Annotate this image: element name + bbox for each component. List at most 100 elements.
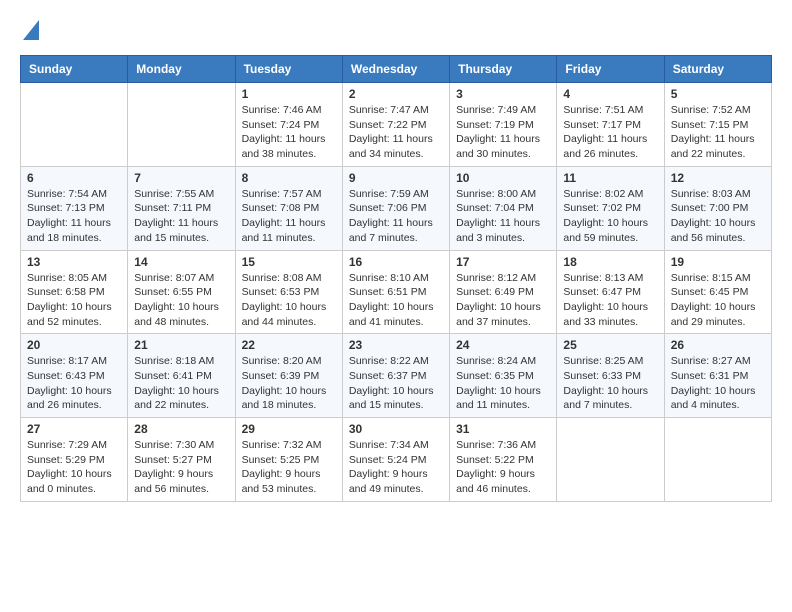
day-info: Sunrise: 8:02 AM Sunset: 7:02 PM Dayligh… bbox=[563, 187, 657, 246]
calendar-cell: 15 Sunrise: 8:08 AM Sunset: 6:53 PM Dayli… bbox=[235, 250, 342, 334]
day-info: Sunrise: 8:03 AM Sunset: 7:00 PM Dayligh… bbox=[671, 187, 765, 246]
day-info: Sunrise: 8:12 AM Sunset: 6:49 PM Dayligh… bbox=[456, 271, 550, 330]
day-info: Sunrise: 7:59 AM Sunset: 7:06 PM Dayligh… bbox=[349, 187, 443, 246]
logo-arrow-icon bbox=[23, 20, 39, 40]
calendar-cell: 5Sunrise: 7:52 AM Sunset: 7:15 PM Daylig… bbox=[664, 83, 771, 167]
day-number: 21 bbox=[134, 338, 228, 352]
calendar-cell: 19 Sunrise: 8:15 AM Sunset: 6:45 PM Dayli… bbox=[664, 250, 771, 334]
calendar-cell: 18 Sunrise: 8:13 AM Sunset: 6:47 PM Dayli… bbox=[557, 250, 664, 334]
calendar-cell: 20 Sunrise: 8:17 AM Sunset: 6:43 PM Dayli… bbox=[21, 334, 128, 418]
calendar-cell: 9 Sunrise: 7:59 AM Sunset: 7:06 PM Daylig… bbox=[342, 166, 449, 250]
weekday-header-sunday: Sunday bbox=[21, 56, 128, 83]
calendar-cell: 26 Sunrise: 8:27 AM Sunset: 6:31 PM Dayli… bbox=[664, 334, 771, 418]
calendar-cell: 16Sunrise: 8:10 AM Sunset: 6:51 PM Dayli… bbox=[342, 250, 449, 334]
day-number: 26 bbox=[671, 338, 765, 352]
day-info: Sunrise: 7:54 AM Sunset: 7:13 PM Dayligh… bbox=[27, 187, 121, 246]
calendar-cell: 1Sunrise: 7:46 AM Sunset: 7:24 PM Daylig… bbox=[235, 83, 342, 167]
calendar-cell: 21 Sunrise: 8:18 AM Sunset: 6:41 PM Dayli… bbox=[128, 334, 235, 418]
calendar-cell: 27Sunrise: 7:29 AM Sunset: 5:29 PM Dayli… bbox=[21, 418, 128, 502]
logo bbox=[20, 20, 39, 45]
weekday-header-saturday: Saturday bbox=[664, 56, 771, 83]
day-number: 31 bbox=[456, 422, 550, 436]
day-number: 7 bbox=[134, 171, 228, 185]
calendar-cell: 4 Sunrise: 7:51 AM Sunset: 7:17 PM Daylig… bbox=[557, 83, 664, 167]
day-number: 17 bbox=[456, 255, 550, 269]
day-info: Sunrise: 8:18 AM Sunset: 6:41 PM Dayligh… bbox=[134, 354, 228, 413]
calendar-table: SundayMondayTuesdayWednesdayThursdayFrid… bbox=[20, 55, 772, 502]
day-number: 24 bbox=[456, 338, 550, 352]
calendar-cell: 11 Sunrise: 8:02 AM Sunset: 7:02 PM Dayli… bbox=[557, 166, 664, 250]
calendar-week-5: 27Sunrise: 7:29 AM Sunset: 5:29 PM Dayli… bbox=[21, 418, 772, 502]
day-info: Sunrise: 8:27 AM Sunset: 6:31 PM Dayligh… bbox=[671, 354, 765, 413]
day-info: Sunrise: 7:32 AM Sunset: 5:25 PM Dayligh… bbox=[242, 438, 336, 497]
day-number: 2 bbox=[349, 87, 443, 101]
day-info: Sunrise: 8:24 AM Sunset: 6:35 PM Dayligh… bbox=[456, 354, 550, 413]
day-info: Sunrise: 7:49 AM Sunset: 7:19 PM Dayligh… bbox=[456, 103, 550, 162]
calendar-cell: 29 Sunrise: 7:32 AM Sunset: 5:25 PM Dayli… bbox=[235, 418, 342, 502]
calendar-cell bbox=[128, 83, 235, 167]
day-number: 13 bbox=[27, 255, 121, 269]
calendar-cell: 6Sunrise: 7:54 AM Sunset: 7:13 PM Daylig… bbox=[21, 166, 128, 250]
day-info: Sunrise: 8:25 AM Sunset: 6:33 PM Dayligh… bbox=[563, 354, 657, 413]
calendar-cell: 17 Sunrise: 8:12 AM Sunset: 6:49 PM Dayli… bbox=[450, 250, 557, 334]
day-info: Sunrise: 7:36 AM Sunset: 5:22 PM Dayligh… bbox=[456, 438, 550, 497]
weekday-header-wednesday: Wednesday bbox=[342, 56, 449, 83]
day-number: 4 bbox=[563, 87, 657, 101]
day-number: 5 bbox=[671, 87, 765, 101]
day-number: 3 bbox=[456, 87, 550, 101]
day-number: 25 bbox=[563, 338, 657, 352]
day-info: Sunrise: 7:30 AM Sunset: 5:27 PM Dayligh… bbox=[134, 438, 228, 497]
day-info: Sunrise: 7:55 AM Sunset: 7:11 PM Dayligh… bbox=[134, 187, 228, 246]
day-number: 14 bbox=[134, 255, 228, 269]
day-info: Sunrise: 7:51 AM Sunset: 7:17 PM Dayligh… bbox=[563, 103, 657, 162]
day-info: Sunrise: 8:17 AM Sunset: 6:43 PM Dayligh… bbox=[27, 354, 121, 413]
weekday-header-row: SundayMondayTuesdayWednesdayThursdayFrid… bbox=[21, 56, 772, 83]
day-number: 19 bbox=[671, 255, 765, 269]
day-info: Sunrise: 8:20 AM Sunset: 6:39 PM Dayligh… bbox=[242, 354, 336, 413]
day-info: Sunrise: 7:29 AM Sunset: 5:29 PM Dayligh… bbox=[27, 438, 121, 497]
day-info: Sunrise: 8:13 AM Sunset: 6:47 PM Dayligh… bbox=[563, 271, 657, 330]
day-number: 30 bbox=[349, 422, 443, 436]
calendar-cell: 14 Sunrise: 8:07 AM Sunset: 6:55 PM Dayli… bbox=[128, 250, 235, 334]
calendar-cell bbox=[664, 418, 771, 502]
calendar-cell: 31 Sunrise: 7:36 AM Sunset: 5:22 PM Dayli… bbox=[450, 418, 557, 502]
calendar-cell: 3 Sunrise: 7:49 AM Sunset: 7:19 PM Daylig… bbox=[450, 83, 557, 167]
calendar-week-3: 13 Sunrise: 8:05 AM Sunset: 6:58 PM Dayli… bbox=[21, 250, 772, 334]
day-number: 10 bbox=[456, 171, 550, 185]
calendar-cell: 22 Sunrise: 8:20 AM Sunset: 6:39 PM Dayli… bbox=[235, 334, 342, 418]
weekday-header-tuesday: Tuesday bbox=[235, 56, 342, 83]
day-number: 16 bbox=[349, 255, 443, 269]
calendar-cell: 7 Sunrise: 7:55 AM Sunset: 7:11 PM Daylig… bbox=[128, 166, 235, 250]
page-header bbox=[20, 20, 772, 45]
day-info: Sunrise: 8:07 AM Sunset: 6:55 PM Dayligh… bbox=[134, 271, 228, 330]
calendar-cell: 13 Sunrise: 8:05 AM Sunset: 6:58 PM Dayli… bbox=[21, 250, 128, 334]
day-info: Sunrise: 8:08 AM Sunset: 6:53 PM Dayligh… bbox=[242, 271, 336, 330]
calendar-cell bbox=[557, 418, 664, 502]
day-info: Sunrise: 8:15 AM Sunset: 6:45 PM Dayligh… bbox=[671, 271, 765, 330]
day-number: 12 bbox=[671, 171, 765, 185]
day-info: Sunrise: 8:22 AM Sunset: 6:37 PM Dayligh… bbox=[349, 354, 443, 413]
day-info: Sunrise: 8:05 AM Sunset: 6:58 PM Dayligh… bbox=[27, 271, 121, 330]
day-number: 18 bbox=[563, 255, 657, 269]
calendar-cell: 24 Sunrise: 8:24 AM Sunset: 6:35 PM Dayli… bbox=[450, 334, 557, 418]
day-info: Sunrise: 7:57 AM Sunset: 7:08 PM Dayligh… bbox=[242, 187, 336, 246]
calendar-cell: 28 Sunrise: 7:30 AM Sunset: 5:27 PM Dayli… bbox=[128, 418, 235, 502]
day-info: Sunrise: 8:00 AM Sunset: 7:04 PM Dayligh… bbox=[456, 187, 550, 246]
day-number: 20 bbox=[27, 338, 121, 352]
calendar-cell: 8 Sunrise: 7:57 AM Sunset: 7:08 PM Daylig… bbox=[235, 166, 342, 250]
calendar-cell: 23 Sunrise: 8:22 AM Sunset: 6:37 PM Dayli… bbox=[342, 334, 449, 418]
day-info: Sunrise: 7:34 AM Sunset: 5:24 PM Dayligh… bbox=[349, 438, 443, 497]
calendar-cell: 10 Sunrise: 8:00 AM Sunset: 7:04 PM Dayli… bbox=[450, 166, 557, 250]
day-info: Sunrise: 7:47 AM Sunset: 7:22 PM Dayligh… bbox=[349, 103, 443, 162]
day-number: 11 bbox=[563, 171, 657, 185]
weekday-header-friday: Friday bbox=[557, 56, 664, 83]
day-number: 22 bbox=[242, 338, 336, 352]
day-number: 8 bbox=[242, 171, 336, 185]
day-number: 23 bbox=[349, 338, 443, 352]
day-info: Sunrise: 7:46 AM Sunset: 7:24 PM Dayligh… bbox=[242, 103, 336, 162]
day-number: 28 bbox=[134, 422, 228, 436]
weekday-header-monday: Monday bbox=[128, 56, 235, 83]
day-number: 29 bbox=[242, 422, 336, 436]
day-number: 15 bbox=[242, 255, 336, 269]
day-number: 9 bbox=[349, 171, 443, 185]
